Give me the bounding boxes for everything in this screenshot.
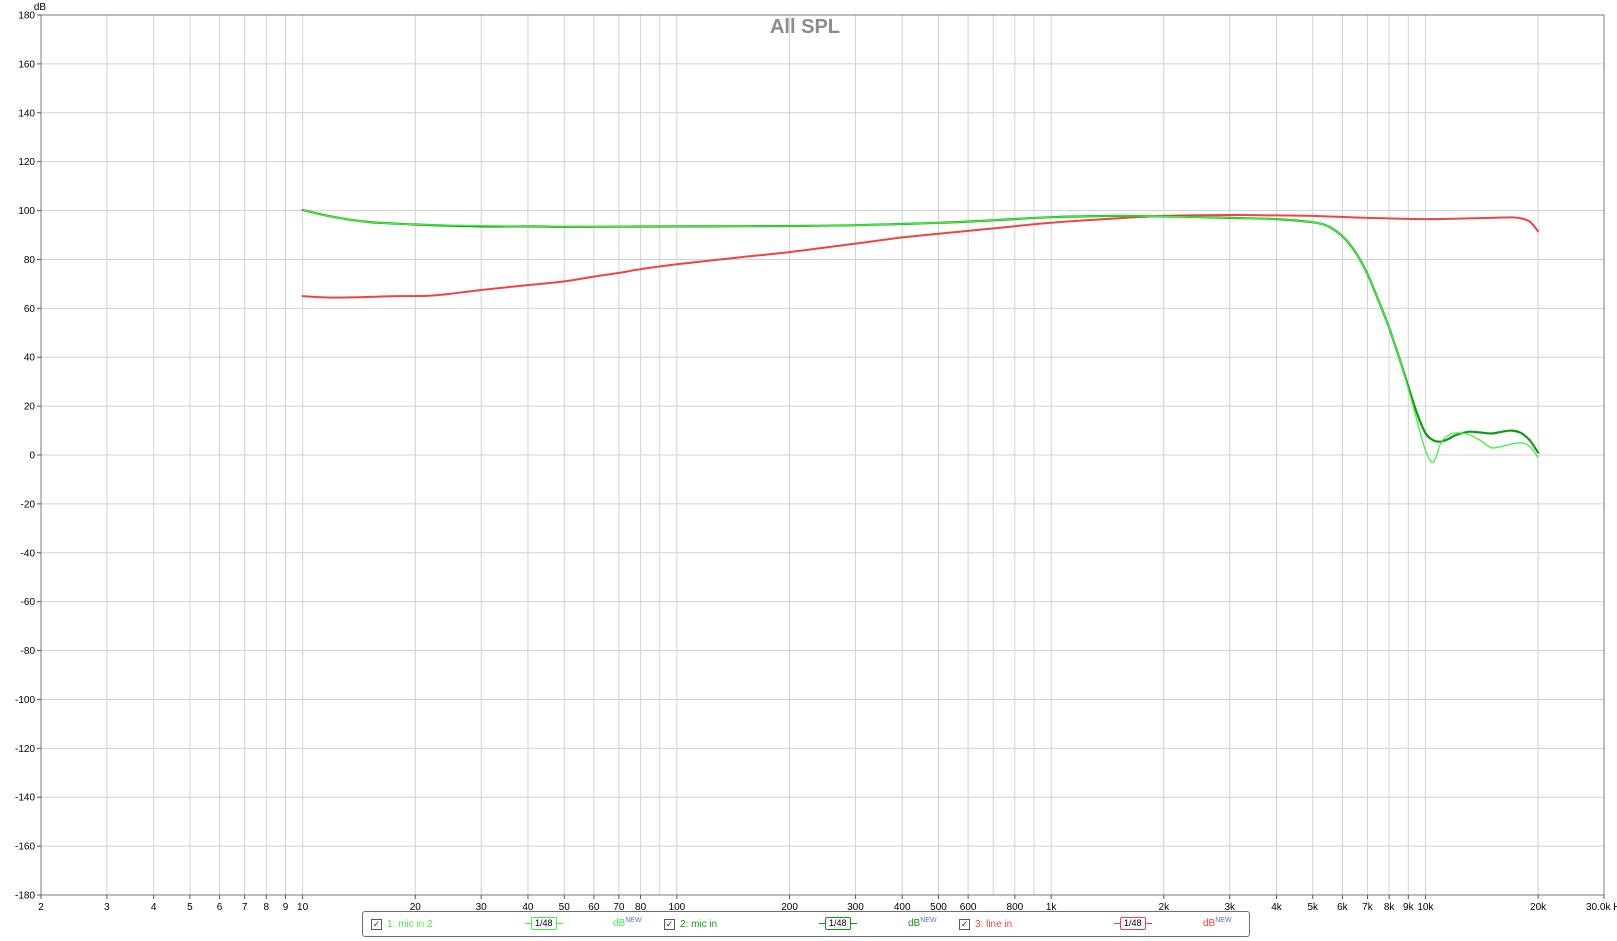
y-tick-label: 180 [18,11,35,22]
x-tick-label: 9 [283,902,289,910]
series-line-2-mic-in [301,209,1540,454]
y-tick-label: 100 [18,206,35,217]
grid [40,14,1605,896]
x-tick-label: 2 [38,902,44,910]
x-tick-label: 10 [297,902,309,910]
x-tick-label: 6 [217,902,223,910]
legend-checkbox-icon[interactable]: ✓ [664,918,675,930]
x-tick-label: 600 [960,902,977,910]
x-tick-label: 4k [1271,902,1283,910]
x-tick-label: 6k [1337,902,1349,910]
unit-selector-mic-in[interactable]: dBNEW [908,917,937,929]
x-tick-label: 4 [151,902,157,910]
x-tick-label: 20 [410,902,422,910]
y-tick-label: 140 [18,108,35,119]
y-tick-label: -80 [21,646,36,657]
spl-chart: 180160140120100806040200-20-40-60-80-100… [15,2,1617,910]
legend-item-mic-in[interactable]: ✓ 2: mic in [664,912,717,936]
smoothing-badge-mic-in[interactable]: 1/48 [819,917,857,930]
y-tick-label: -140 [15,793,35,804]
legend-item-mic-in-2[interactable]: ✓ 1: mic in 2 [371,912,433,936]
x-tick-label: 80 [635,902,647,910]
unit-selector-mic-in-2[interactable]: dBNEW [613,917,642,929]
smoothing-label: 1/48 [1120,917,1146,930]
x-tick-label: 3 [104,902,110,910]
legend-checkbox-icon[interactable]: ✓ [959,918,970,930]
x-tick-label: 1k [1046,902,1058,910]
unit-tag: NEW [920,917,937,924]
smoothing-badge-line-in[interactable]: 1/48 [1114,917,1152,930]
y-tick-label: 20 [24,402,36,413]
x-tick-label: 30 [476,902,488,910]
y-tick-label: -40 [21,548,36,559]
x-tick-label: 20k [1530,902,1547,910]
unit-label: dB [908,918,921,929]
x-tick-label: 300 [847,902,864,910]
x-tick-label: 70 [613,902,625,910]
x-tick-label: 40 [522,902,534,910]
x-tick-label: 400 [894,902,911,910]
legend-label: 3: line in [975,918,1013,930]
y-tick-label: 40 [24,353,36,364]
y-axis-label: dB [34,2,47,13]
x-tick-label: 9k [1403,902,1415,910]
y-tick-label: 120 [18,157,35,168]
x-tick-label: 5 [187,902,193,910]
unit-tag: NEW [1215,917,1232,924]
unit-label: dB [1203,918,1216,929]
x-tick-label: 2k [1159,902,1171,910]
y-tick-label: 80 [24,255,36,266]
y-tick-label: -120 [15,744,35,755]
legend-label: 2: mic in [680,918,718,930]
smoothing-badge-mic-in-2[interactable]: 1/48 [525,917,563,930]
series-group [301,209,1540,464]
series-line-1-mic-in-2 [301,209,1539,464]
x-tick-label: 800 [1007,902,1024,910]
y-tick-label: -20 [21,499,36,510]
x-tick-label: 30,0k Hz [1586,902,1617,910]
y-tick-label: -180 [15,891,35,902]
x-tick-label: 5k [1307,902,1319,910]
x-axis-ticks: 2 3 4 5 6 7 8 9 10 20 30 40 50 60 70 80 100 200 300 400 500 6… [38,895,1617,910]
legend-label: 1: mic in 2 [387,918,433,930]
smoothing-label: 1/48 [531,917,557,930]
x-tick-label: 8k [1384,902,1396,910]
y-axis-ticks: 180 160 140 120 100 80 60 40 20 0 -20 -40 -60 -80 -100… [15,11,41,902]
unit-tag: NEW [625,917,642,924]
legend-checkbox-icon[interactable]: ✓ [371,918,382,930]
y-tick-label: 160 [18,59,35,70]
y-tick-label: 60 [24,304,36,315]
legend-item-line-in[interactable]: ✓ 3: line in [959,912,1012,936]
y-tick-label: -160 [15,842,35,853]
x-tick-label: 50 [559,902,571,910]
x-tick-label: 100 [669,902,686,910]
smoothing-label: 1/48 [825,917,851,930]
legend: ✓ 1: mic in 2 1/48 dBNEW ✓ 2: mic in 1/4… [362,911,1250,937]
y-tick-label: -100 [15,695,35,706]
x-tick-label: 10k [1417,902,1434,910]
x-tick-label: 8 [264,902,270,910]
y-tick-label: 0 [29,451,35,462]
chart-title: All SPL [770,16,840,38]
x-tick-label: 3k [1224,902,1236,910]
unit-label: dB [613,918,626,929]
x-tick-label: 7k [1362,902,1374,910]
y-tick-label: -60 [21,597,36,608]
unit-selector-line-in[interactable]: dBNEW [1203,917,1232,929]
x-tick-label: 60 [588,902,600,910]
x-tick-label: 7 [242,902,248,910]
x-tick-label: 200 [781,902,798,910]
x-tick-label: 500 [930,902,947,910]
